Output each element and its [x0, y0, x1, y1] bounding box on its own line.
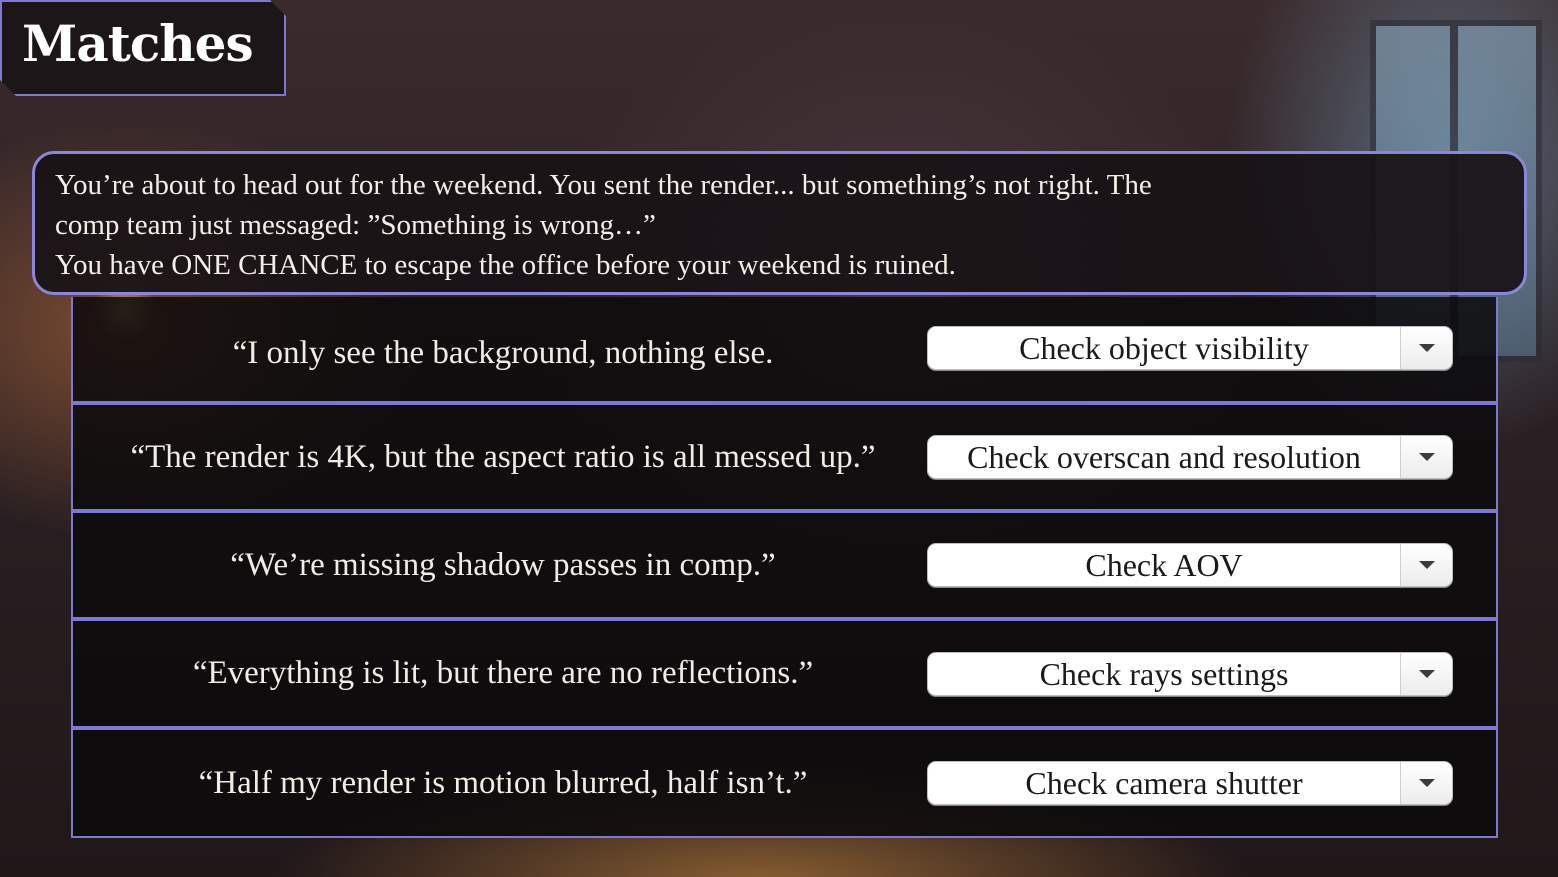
- chevron-down-icon[interactable]: [1400, 436, 1452, 478]
- match-prompt: “The render is 4K, but the aspect ratio …: [130, 438, 876, 475]
- selected-answer: Check rays settings: [1039, 655, 1289, 692]
- selected-answer: Check object visibility: [1019, 329, 1309, 366]
- match-prompt: “We’re missing shadow passes in comp.”: [230, 546, 776, 583]
- chevron-down-icon[interactable]: [1400, 327, 1452, 369]
- match-answer-select[interactable]: Check rays settings: [927, 652, 1453, 696]
- match-row: “Half my render is motion blurred, half …: [73, 726, 1496, 836]
- match-prompt: “Half my render is motion blurred, half …: [198, 764, 808, 801]
- match-prompt: “I only see the background, nothing else…: [232, 335, 774, 371]
- match-row: “We’re missing shadow passes in comp.” C…: [73, 509, 1496, 617]
- match-row: “The render is 4K, but the aspect ratio …: [73, 401, 1496, 509]
- match-answer-select[interactable]: Check object visibility: [927, 326, 1453, 370]
- match-answer-select[interactable]: Check overscan and resolution: [927, 435, 1453, 479]
- match-prompt: “Everything is lit, but there are no ref…: [192, 654, 814, 691]
- intro-line-2: comp team just messaged: ”Something is w…: [55, 209, 656, 241]
- intro-message-box: You’re about to head out for the weekend…: [32, 151, 1527, 295]
- match-row: “Everything is lit, but there are no ref…: [73, 617, 1496, 725]
- chevron-down-icon[interactable]: [1400, 762, 1452, 804]
- match-answer-select[interactable]: Check camera shutter: [927, 761, 1453, 805]
- page-title: Matches: [22, 14, 254, 73]
- title-tab: Matches: [0, 0, 286, 96]
- selected-answer: Check AOV: [1085, 546, 1243, 583]
- selected-answer: Check camera shutter: [1025, 764, 1303, 801]
- match-answer-select[interactable]: Check AOV: [927, 543, 1453, 587]
- match-row: “I only see the background, nothing else…: [73, 297, 1496, 402]
- intro-line-1: You’re about to head out for the weekend…: [55, 169, 1152, 201]
- intro-line-3: You have ONE CHANCE to escape the office…: [55, 249, 956, 281]
- selected-answer: Check overscan and resolution: [967, 438, 1361, 475]
- matches-table: “I only see the background, nothing else…: [71, 297, 1498, 838]
- chevron-down-icon[interactable]: [1400, 544, 1452, 586]
- chevron-down-icon[interactable]: [1400, 653, 1452, 695]
